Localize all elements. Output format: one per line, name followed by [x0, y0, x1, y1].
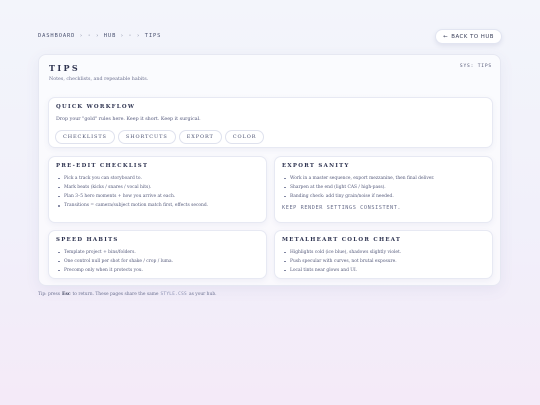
page-subtitle: Notes, checklists, and repeatable habits… [49, 77, 149, 82]
breadcrumb-separator: › [95, 33, 100, 39]
top-bar: DASHBOARD › · › HUB › · › TIPS ← BACK TO… [38, 29, 502, 46]
list-item: Highlights cold (ice blue), shadows slig… [283, 248, 486, 257]
list-item: Plan 3–5 hero moments + how you arrive a… [57, 192, 260, 201]
breadcrumb-dot: · [128, 33, 133, 39]
chip-shortcuts[interactable]: SHORTCUTS [117, 130, 176, 144]
card-title: METALHEART COLOR CHEAT [282, 237, 402, 243]
list-item: Work in a master sequence, export mezzan… [283, 174, 486, 183]
card-title: EXPORT SANITY [282, 163, 350, 169]
export-sanity-card: EXPORT SANITY Work in a master sequence,… [274, 156, 493, 223]
breadcrumb-tips: TIPS [144, 33, 162, 39]
export-note: KEEP RENDER SETTINGS CONSISTENT. [282, 205, 402, 211]
chip-group: CHECKLISTS SHORTCUTS EXPORT COLOR [55, 130, 265, 144]
arrow-left-icon: ← [443, 33, 449, 40]
list-item: Pick a track you can storyboard to. [57, 174, 260, 183]
card-text: Drop your "gold" rules here. Keep it sho… [56, 117, 201, 122]
bullet-list: Template project + bins/folders. One con… [57, 248, 260, 275]
breadcrumb-separator: › [136, 33, 141, 39]
card-title: QUICK WORKFLOW [56, 104, 136, 110]
bullet-list: Pick a track you can storyboard to. Mark… [57, 174, 260, 210]
list-item: Local tints near glows and UI. [283, 266, 486, 275]
chip-checklists[interactable]: CHECKLISTS [55, 130, 115, 144]
card-title: PRE-EDIT CHECKLIST [56, 163, 149, 169]
back-to-hub-button[interactable]: ← BACK TO HUB [435, 29, 502, 44]
tips-panel: TIPS Notes, checklists, and repeatable h… [38, 54, 501, 286]
breadcrumb: DASHBOARD › · › HUB › · › TIPS [38, 33, 161, 39]
breadcrumb-separator: › [79, 33, 84, 39]
list-item: Push specular with curves, not brutal ex… [283, 257, 486, 266]
breadcrumb-dashboard[interactable]: DASHBOARD [38, 33, 75, 39]
footer-text: as your hub. [188, 292, 217, 297]
breadcrumb-separator: › [120, 33, 125, 39]
breadcrumb-dot: · [87, 33, 92, 39]
bullet-list: Work in a master sequence, export mezzan… [283, 174, 486, 201]
esc-key-hint: Esc [62, 292, 71, 297]
page-title: TIPS [49, 63, 81, 73]
list-item: Precomp only when it protects you. [57, 266, 260, 275]
system-tag: SYS: TIPS [459, 64, 492, 69]
bullet-list: Highlights cold (ice blue), shadows slig… [283, 248, 486, 275]
stylesheet-code: STYLE.CSS [160, 292, 187, 297]
chip-color[interactable]: COLOR [224, 130, 265, 144]
speed-habits-card: SPEED HABITS Template project + bins/fol… [48, 230, 267, 279]
card-title: SPEED HABITS [56, 237, 119, 243]
footer-text: Tip: press [38, 292, 61, 297]
breadcrumb-hub[interactable]: HUB [104, 33, 116, 39]
pre-edit-checklist-card: PRE-EDIT CHECKLIST Pick a track you can … [48, 156, 267, 223]
list-item: Mark beats (kicks / snares / vocal hits)… [57, 183, 260, 192]
list-item: Template project + bins/folders. [57, 248, 260, 257]
footer-tip: Tip: press Esc to return. These pages sh… [38, 292, 217, 297]
quick-workflow-card: QUICK WORKFLOW Drop your "gold" rules he… [48, 97, 493, 148]
list-item: Transitions = camera/subject motion matc… [57, 201, 260, 210]
back-to-hub-label: BACK TO HUB [451, 33, 494, 40]
list-item: Sharpen at the end (light CAS / high-pas… [283, 183, 486, 192]
footer-text: to return. These pages share the same [72, 292, 159, 297]
list-item: Banding check: add tiny grain/noise if n… [283, 192, 486, 201]
chip-export[interactable]: EXPORT [178, 130, 222, 144]
metalheart-color-card: METALHEART COLOR CHEAT Highlights cold (… [274, 230, 493, 279]
list-item: One control null per shot for shake / cr… [57, 257, 260, 266]
